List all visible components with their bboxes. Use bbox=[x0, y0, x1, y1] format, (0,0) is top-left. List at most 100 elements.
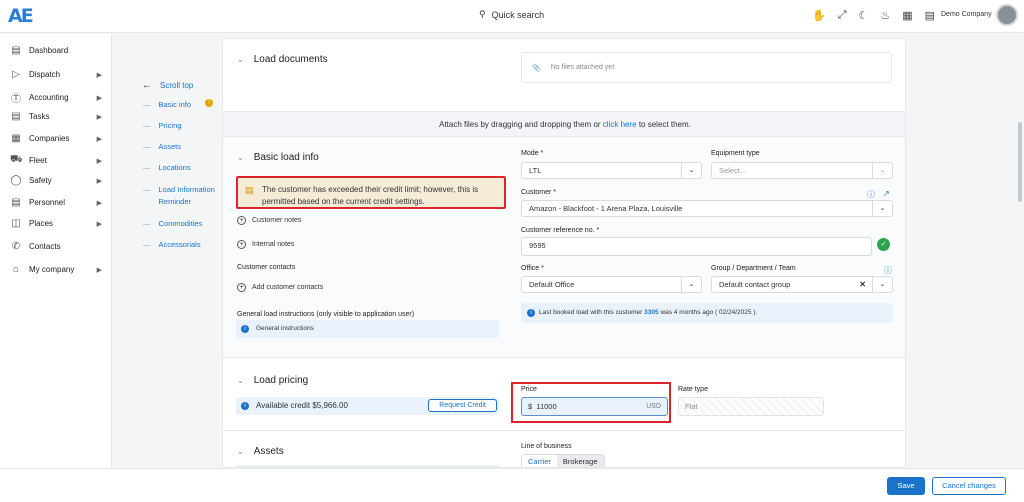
anchor-basic-info[interactable]: — Basic info! bbox=[143, 99, 214, 111]
credit-limit-alert: ▤ The customer has exceeded their credit… bbox=[236, 176, 506, 209]
chevron-down-icon: ⌄ bbox=[872, 201, 892, 216]
anchor-label: Commodities bbox=[158, 219, 203, 228]
sidebar-item-safety[interactable]: ◯ Safety ▶ bbox=[10, 175, 102, 186]
dash: — bbox=[143, 240, 151, 249]
arrow-left-icon: ← bbox=[142, 80, 152, 91]
chevron-down-icon: ⌄ bbox=[237, 376, 244, 385]
customer-actions: ⓘ ↗ bbox=[867, 189, 890, 200]
moon-icon[interactable]: ☾ bbox=[859, 9, 869, 22]
search-icon: ⚲ bbox=[479, 9, 486, 19]
sidebar-item-companies[interactable]: ▦ Companies ▶ bbox=[10, 133, 102, 144]
external-link-icon[interactable]: ↗ bbox=[883, 189, 890, 200]
quick-search[interactable]: ⚲ Quick search bbox=[479, 9, 544, 20]
save-button[interactable]: Save bbox=[887, 477, 925, 495]
sidebar-item-dashboard[interactable]: ▤ Dashboard bbox=[10, 45, 102, 56]
id-card-icon: ▤ bbox=[11, 197, 21, 208]
quick-search-label: Quick search bbox=[491, 9, 545, 20]
load-form-card: ⌄ Load documents 📎 No files attached yet… bbox=[222, 38, 906, 468]
add-contacts-label: Add customer contacts bbox=[252, 284, 324, 291]
anchor-label: Accessorials bbox=[158, 240, 201, 249]
general-instructions-label: General load instructions (only visible … bbox=[237, 311, 415, 318]
rate-type-select[interactable]: Flat bbox=[678, 397, 824, 416]
mode-select[interactable]: LTL ⌄ bbox=[521, 162, 702, 179]
anchor-load-info-reminder[interactable]: — Load Information Reminder bbox=[143, 184, 221, 208]
hand-icon[interactable]: ✋ bbox=[812, 9, 826, 22]
dash: — bbox=[143, 121, 151, 130]
equipment-type-select[interactable]: Select... ⌄ bbox=[711, 162, 893, 179]
company-name[interactable]: Demo Company bbox=[941, 11, 992, 18]
grid-icon[interactable]: ▦ bbox=[902, 9, 912, 22]
price-currency: USD bbox=[646, 403, 661, 410]
office-select[interactable]: Default Office ⌄ bbox=[521, 276, 702, 293]
dash: — bbox=[143, 142, 151, 151]
anchor-label: Basic info bbox=[158, 100, 192, 109]
general-instructions-button[interactable]: i General instructions bbox=[236, 320, 499, 338]
equipment-type-label: Equipment type bbox=[711, 150, 760, 157]
sidebar-item-my-company[interactable]: ⌂ My company ▶ bbox=[10, 264, 102, 275]
bell-icon[interactable]: ♨ bbox=[880, 9, 890, 22]
sidebar-item-accounting[interactable]: Ⓣ Accounting ▶ bbox=[10, 90, 102, 105]
chevron-down-icon: ⌄ bbox=[872, 277, 892, 292]
anchor-commodities[interactable]: — Commodities bbox=[143, 218, 202, 230]
available-credit-box: i Available credit $5,966.00 Request Cre… bbox=[236, 397, 499, 415]
truck-icon: ⛟ bbox=[10, 154, 23, 165]
sidebar-item-dispatch[interactable]: ▷ Dispatch ▶ bbox=[10, 69, 102, 80]
add-customer-contacts-button[interactable]: + Add customer contacts bbox=[237, 283, 323, 292]
customer-notes-button[interactable]: + Customer notes bbox=[237, 216, 301, 225]
avatar[interactable] bbox=[996, 4, 1018, 26]
calendar-icon[interactable]: ▤ bbox=[925, 9, 935, 22]
anchor-accessorials[interactable]: — Accessorials bbox=[143, 239, 201, 251]
phone-icon: ✆ bbox=[11, 241, 21, 252]
check-icon: ✓ bbox=[877, 238, 890, 251]
scroll-top-link[interactable]: ← Scroll top bbox=[142, 80, 193, 91]
section-pricing-header[interactable]: ⌄ Load pricing bbox=[237, 375, 308, 386]
dash: — bbox=[143, 163, 151, 172]
customer-select[interactable]: Amazon - Blackfoot - 1 Arena Plaza, Loui… bbox=[521, 200, 893, 217]
anchor-assets[interactable]: — Assets bbox=[143, 141, 181, 153]
app-logo[interactable]: AE bbox=[8, 5, 34, 27]
group-select[interactable]: Default contact group ✕ ⌄ bbox=[711, 276, 893, 293]
info-icon[interactable]: ⓘ bbox=[867, 189, 875, 200]
section-load-documents-header[interactable]: ⌄ Load documents bbox=[237, 54, 328, 65]
mode-value: LTL bbox=[529, 166, 542, 175]
customer-reference-input[interactable]: 9595 bbox=[521, 237, 872, 256]
sidebar-item-contacts[interactable]: ✆ Contacts bbox=[10, 241, 102, 252]
expand-icon[interactable]: ⤢ bbox=[838, 9, 847, 22]
sidebar-item-fleet[interactable]: ⛟ Fleet ▶ bbox=[10, 154, 102, 167]
building-icon: ▦ bbox=[11, 133, 21, 144]
chevron-down-icon: ⌄ bbox=[237, 55, 244, 64]
click-here-link[interactable]: click here bbox=[603, 120, 637, 129]
plus-icon: + bbox=[237, 240, 246, 249]
anchor-label: Load Information Reminder bbox=[158, 185, 215, 206]
office-value: Default Office bbox=[529, 280, 575, 289]
sidebar-item-places[interactable]: ◫ Places ▶ bbox=[10, 218, 102, 229]
dash: — bbox=[143, 185, 151, 194]
section-basic-info-header[interactable]: ⌄ Basic load info bbox=[237, 152, 319, 163]
anchor-pricing[interactable]: — Pricing bbox=[143, 120, 181, 132]
sidebar-item-label: Fleet bbox=[29, 156, 47, 165]
scrollbar-thumb[interactable] bbox=[1018, 122, 1022, 202]
line-of-business-label: Line of business bbox=[521, 443, 572, 450]
price-input[interactable]: $ 11000 USD bbox=[521, 397, 668, 416]
lob-brokerage-option[interactable]: Brokerage bbox=[556, 455, 604, 467]
request-credit-button[interactable]: Request Credit bbox=[428, 399, 497, 412]
send-icon: ▷ bbox=[12, 69, 20, 80]
section-anchor-nav: ← Scroll top — Basic info! — Pricing — Asset… bbox=[112, 34, 222, 468]
available-credit-text: Available credit $5,966.00 bbox=[256, 401, 348, 410]
page-scrollbar[interactable] bbox=[1016, 34, 1024, 468]
lob-carrier-option[interactable]: Carrier bbox=[522, 455, 557, 467]
rate-type-label: Rate type bbox=[678, 386, 708, 393]
anchor-locations[interactable]: — Locations bbox=[143, 162, 191, 174]
sidebar: ▤ Dashboard ▷ Dispatch ▶ Ⓣ Accounting ▶ ▤ Task… bbox=[0, 34, 112, 468]
last-booked-load-link[interactable]: 3305 bbox=[644, 309, 658, 316]
clear-icon[interactable]: ✕ bbox=[859, 277, 866, 292]
chevron-right-icon: ▶ bbox=[96, 266, 102, 274]
info-icon[interactable]: ⓘ bbox=[884, 265, 892, 276]
section-assets-header[interactable]: ⌄ Assets bbox=[237, 446, 284, 457]
sidebar-item-tasks[interactable]: ▤ Tasks ▶ bbox=[10, 111, 102, 122]
cancel-changes-button[interactable]: Cancel changes bbox=[932, 477, 1006, 495]
sidebar-item-personnel[interactable]: ▤ Personnel ▶ bbox=[10, 197, 102, 208]
form-footer: Save Cancel changes bbox=[0, 468, 1024, 502]
internal-notes-button[interactable]: + Internal notes bbox=[237, 240, 294, 249]
file-drop-zone[interactable]: Attach files by dragging and dropping th… bbox=[223, 111, 905, 137]
